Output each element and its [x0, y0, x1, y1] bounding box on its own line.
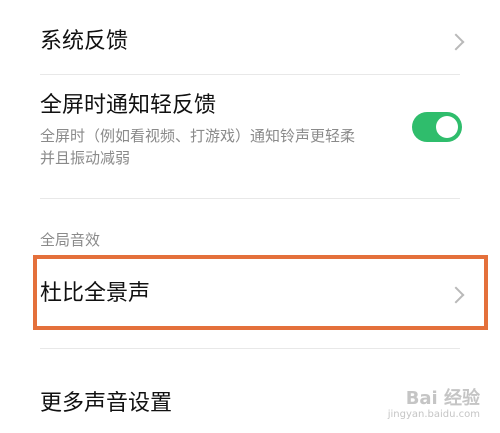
watermark-url: jingyan.baidu.com: [387, 409, 480, 420]
fullscreen-notify-toggle[interactable]: [412, 112, 462, 142]
more-sound-settings-label: 更多声音设置: [40, 391, 173, 416]
chevron-right-icon: [447, 33, 465, 51]
divider: [40, 74, 460, 75]
watermark: Bai 经验 jingyan.baidu.com: [388, 389, 480, 421]
watermark-text: Bai 经验: [405, 388, 480, 409]
fullscreen-notify-description-line1: 全屏时（例如看视频、打游戏）通知铃声更轻柔: [40, 127, 356, 145]
fullscreen-notify-description-line2: 并且振动减弱: [40, 149, 131, 167]
divider: [40, 348, 460, 349]
divider: [40, 198, 460, 199]
system-feedback-row[interactable]: 系统反馈: [0, 20, 500, 64]
section-label-global-sound: 全局音效: [40, 231, 101, 249]
highlight-box: [33, 255, 488, 330]
toggle-knob: [436, 116, 458, 138]
system-feedback-label: 系统反馈: [40, 29, 129, 54]
fullscreen-notify-label: 全屏时通知轻反馈: [40, 93, 217, 118]
